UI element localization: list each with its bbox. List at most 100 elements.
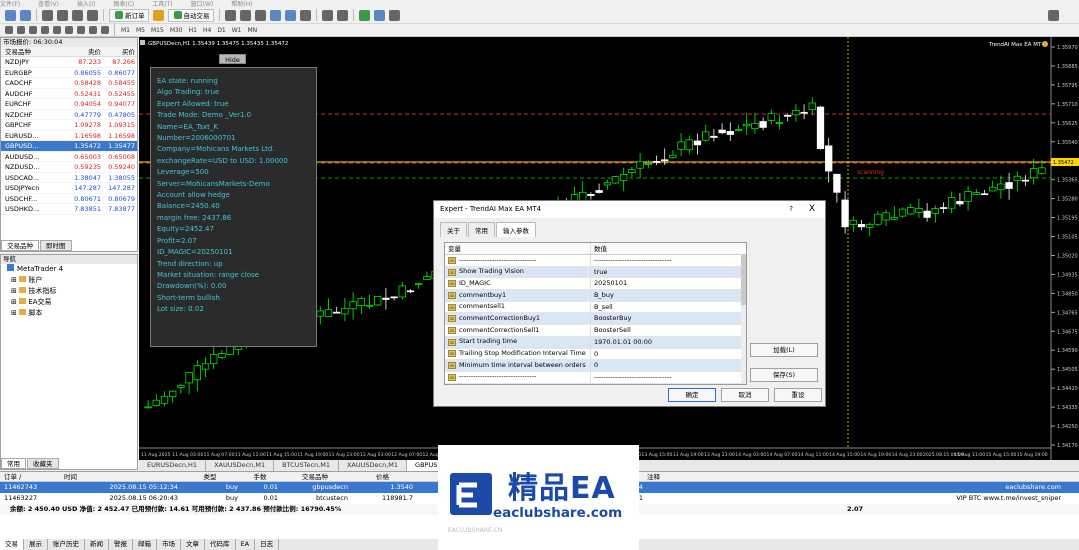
- param-value[interactable]: BoosterSell: [591, 325, 741, 336]
- label-icon[interactable]: [101, 26, 109, 34]
- param-row[interactable]: ab Show Trading Vision true: [445, 266, 746, 279]
- terminal-tab[interactable]: 警报: [109, 539, 133, 550]
- help-button[interactable]: ?: [789, 201, 793, 218]
- param-value[interactable]: 0: [591, 360, 741, 371]
- timeframe-h1[interactable]: H1: [186, 27, 200, 34]
- profiles-icon[interactable]: [20, 9, 31, 21]
- load-button[interactable]: 加载(L): [750, 343, 818, 357]
- timeframe-m5[interactable]: M5: [133, 27, 148, 34]
- param-value[interactable]: true: [591, 267, 741, 278]
- tab-common[interactable]: 常用: [468, 222, 495, 237]
- market-watch-row[interactable]: GBPUSD... 1.35472 1.35477: [1, 141, 137, 152]
- param-row[interactable]: ab --------------------------------- -----…: [445, 255, 746, 267]
- chart-shift-icon[interactable]: [336, 9, 348, 21]
- timeframe-mn[interactable]: MN: [245, 27, 261, 34]
- market-watch-row[interactable]: CADCHF 0.58428 0.58455: [1, 78, 137, 89]
- metaeditor-icon[interactable]: [152, 9, 164, 21]
- channel-icon[interactable]: [65, 26, 73, 34]
- terminal-col[interactable]: 价格: [348, 472, 413, 481]
- line-chart-icon[interactable]: [254, 9, 266, 21]
- col-ask[interactable]: 买价: [101, 47, 135, 56]
- save-button[interactable]: 保存(S): [750, 368, 818, 382]
- horizontal-line-icon[interactable]: [41, 26, 49, 34]
- chart-tab[interactable]: XAUUSDecn,M1: [206, 460, 275, 471]
- param-row[interactable]: ab Start trading time 1970.01.01 00:00: [445, 336, 746, 349]
- chart-tab[interactable]: BTCUSTecn,M1: [274, 460, 339, 471]
- terminal-tab[interactable]: 市场: [157, 539, 181, 550]
- param-value[interactable]: B_buy: [591, 290, 741, 301]
- tab-symbols[interactable]: 交易品种: [1, 240, 39, 251]
- terminal-tab[interactable]: 交易: [0, 539, 24, 550]
- param-row[interactable]: ab Trailing Stop Modification Interval Ti…: [445, 348, 746, 361]
- market-watch-icon[interactable]: [42, 9, 53, 21]
- market-watch-row[interactable]: USDHKD... 7.83851 7.83877: [1, 204, 137, 215]
- market-watch-row[interactable]: EURCHF 0.94054 0.94077: [1, 99, 137, 110]
- candlestick-icon[interactable]: [239, 9, 251, 21]
- col-bid[interactable]: 卖价: [63, 47, 101, 56]
- fibonacci-icon[interactable]: [77, 26, 85, 34]
- param-value[interactable]: BoosterBuy: [591, 313, 741, 324]
- param-row[interactable]: ab commentCorrectionBuy1 BoosterBuy: [445, 313, 746, 326]
- param-row[interactable]: ab Minimum time interval between orders 0: [445, 360, 746, 372]
- terminal-tab[interactable]: 展示: [24, 539, 48, 550]
- navigator-icon[interactable]: [57, 9, 68, 21]
- tester-icon[interactable]: [87, 9, 98, 21]
- terminal-col[interactable]: 注释: [643, 472, 1073, 481]
- chart-tab[interactable]: EURUSDecn,H1: [139, 460, 207, 471]
- new-order-button[interactable]: 新订单: [109, 8, 149, 22]
- auto-scroll-icon[interactable]: [321, 9, 333, 21]
- param-value[interactable]: 20250101: [591, 278, 741, 289]
- param-value[interactable]: 1970.01.01 00:00: [591, 337, 741, 348]
- timeframe-w1[interactable]: W1: [229, 27, 245, 34]
- vertical-line-icon[interactable]: [29, 26, 37, 34]
- indicators-icon[interactable]: [358, 9, 370, 21]
- terminal-col[interactable]: 订单 /: [0, 472, 60, 481]
- tab-inputs[interactable]: 输入参数: [496, 222, 536, 237]
- terminal-tab[interactable]: 账户历史: [48, 539, 85, 550]
- templates-icon[interactable]: [388, 9, 400, 21]
- timeframe-m1[interactable]: M1: [118, 27, 133, 34]
- cancel-button[interactable]: 取消: [721, 388, 769, 402]
- market-watch-row[interactable]: NZDCHF 0.47779 0.47805: [1, 110, 137, 120]
- zoom-in-icon[interactable]: [269, 9, 281, 21]
- nav-root[interactable]: MetaTrader 4: [1, 264, 137, 275]
- crosshair-icon[interactable]: [17, 26, 25, 34]
- bar-chart-icon[interactable]: [224, 9, 236, 21]
- search-icon[interactable]: [1048, 10, 1059, 21]
- terminal-tab[interactable]: 文章: [181, 539, 205, 550]
- reset-button[interactable]: 重设: [774, 388, 822, 402]
- terminal-col[interactable]: 交易品种: [278, 472, 348, 481]
- auto-trading-button[interactable]: 自动交易: [167, 8, 214, 22]
- market-watch-row[interactable]: USDCAD... 1.38047 1.38055: [1, 173, 137, 183]
- terminal-tab[interactable]: 代码库: [205, 539, 236, 550]
- trendline-icon[interactable]: [53, 26, 61, 34]
- col-symbol[interactable]: 交易品种: [1, 47, 63, 56]
- terminal-col[interactable]: 时间: [60, 472, 178, 481]
- market-watch-row[interactable]: USDCHF... 0.80671 0.80679: [1, 194, 137, 204]
- timeframe-m30[interactable]: M30: [167, 27, 186, 34]
- terminal-col[interactable]: 手数: [238, 472, 278, 481]
- market-watch-row[interactable]: NZDUSD... 0.59235 0.59240: [1, 162, 137, 173]
- timeframe-m15[interactable]: M15: [148, 27, 167, 34]
- market-watch-row[interactable]: USDJPYecn 147.287 147.287: [1, 183, 137, 194]
- terminal-tab[interactable]: 邮箱: [133, 539, 157, 550]
- ok-button[interactable]: 确定: [668, 388, 716, 402]
- tab-common[interactable]: 常用: [1, 458, 26, 469]
- param-row[interactable]: ab --------------------------------- -----…: [445, 371, 746, 384]
- periods-icon[interactable]: [373, 9, 385, 21]
- terminal-icon[interactable]: [72, 9, 83, 21]
- param-value[interactable]: ---------------------------------: [591, 255, 741, 266]
- tab-about[interactable]: 关于: [440, 222, 467, 237]
- market-watch-row[interactable]: EURGBP 0.86055 0.86077: [1, 68, 137, 78]
- tab-favorites[interactable]: 收藏夹: [27, 458, 59, 469]
- new-chart-icon[interactable]: [5, 9, 16, 21]
- param-value[interactable]: B_sell: [591, 302, 741, 313]
- param-row[interactable]: ab commentCorrectionSell1 BoosterSell: [445, 325, 746, 337]
- grid-scrollbar[interactable]: [741, 255, 746, 384]
- market-watch-row[interactable]: AUDUSD... 0.65003 0.65008: [1, 152, 137, 162]
- nav-item-scripts[interactable]: ⊞ 脚本: [1, 308, 137, 319]
- chart-tab[interactable]: XAUUSDecn,M1: [339, 460, 408, 471]
- market-watch-row[interactable]: AUDCHF 0.52431 0.52455: [1, 89, 137, 99]
- tile-windows-icon[interactable]: [299, 9, 311, 21]
- terminal-tab[interactable]: 新闻: [85, 539, 109, 550]
